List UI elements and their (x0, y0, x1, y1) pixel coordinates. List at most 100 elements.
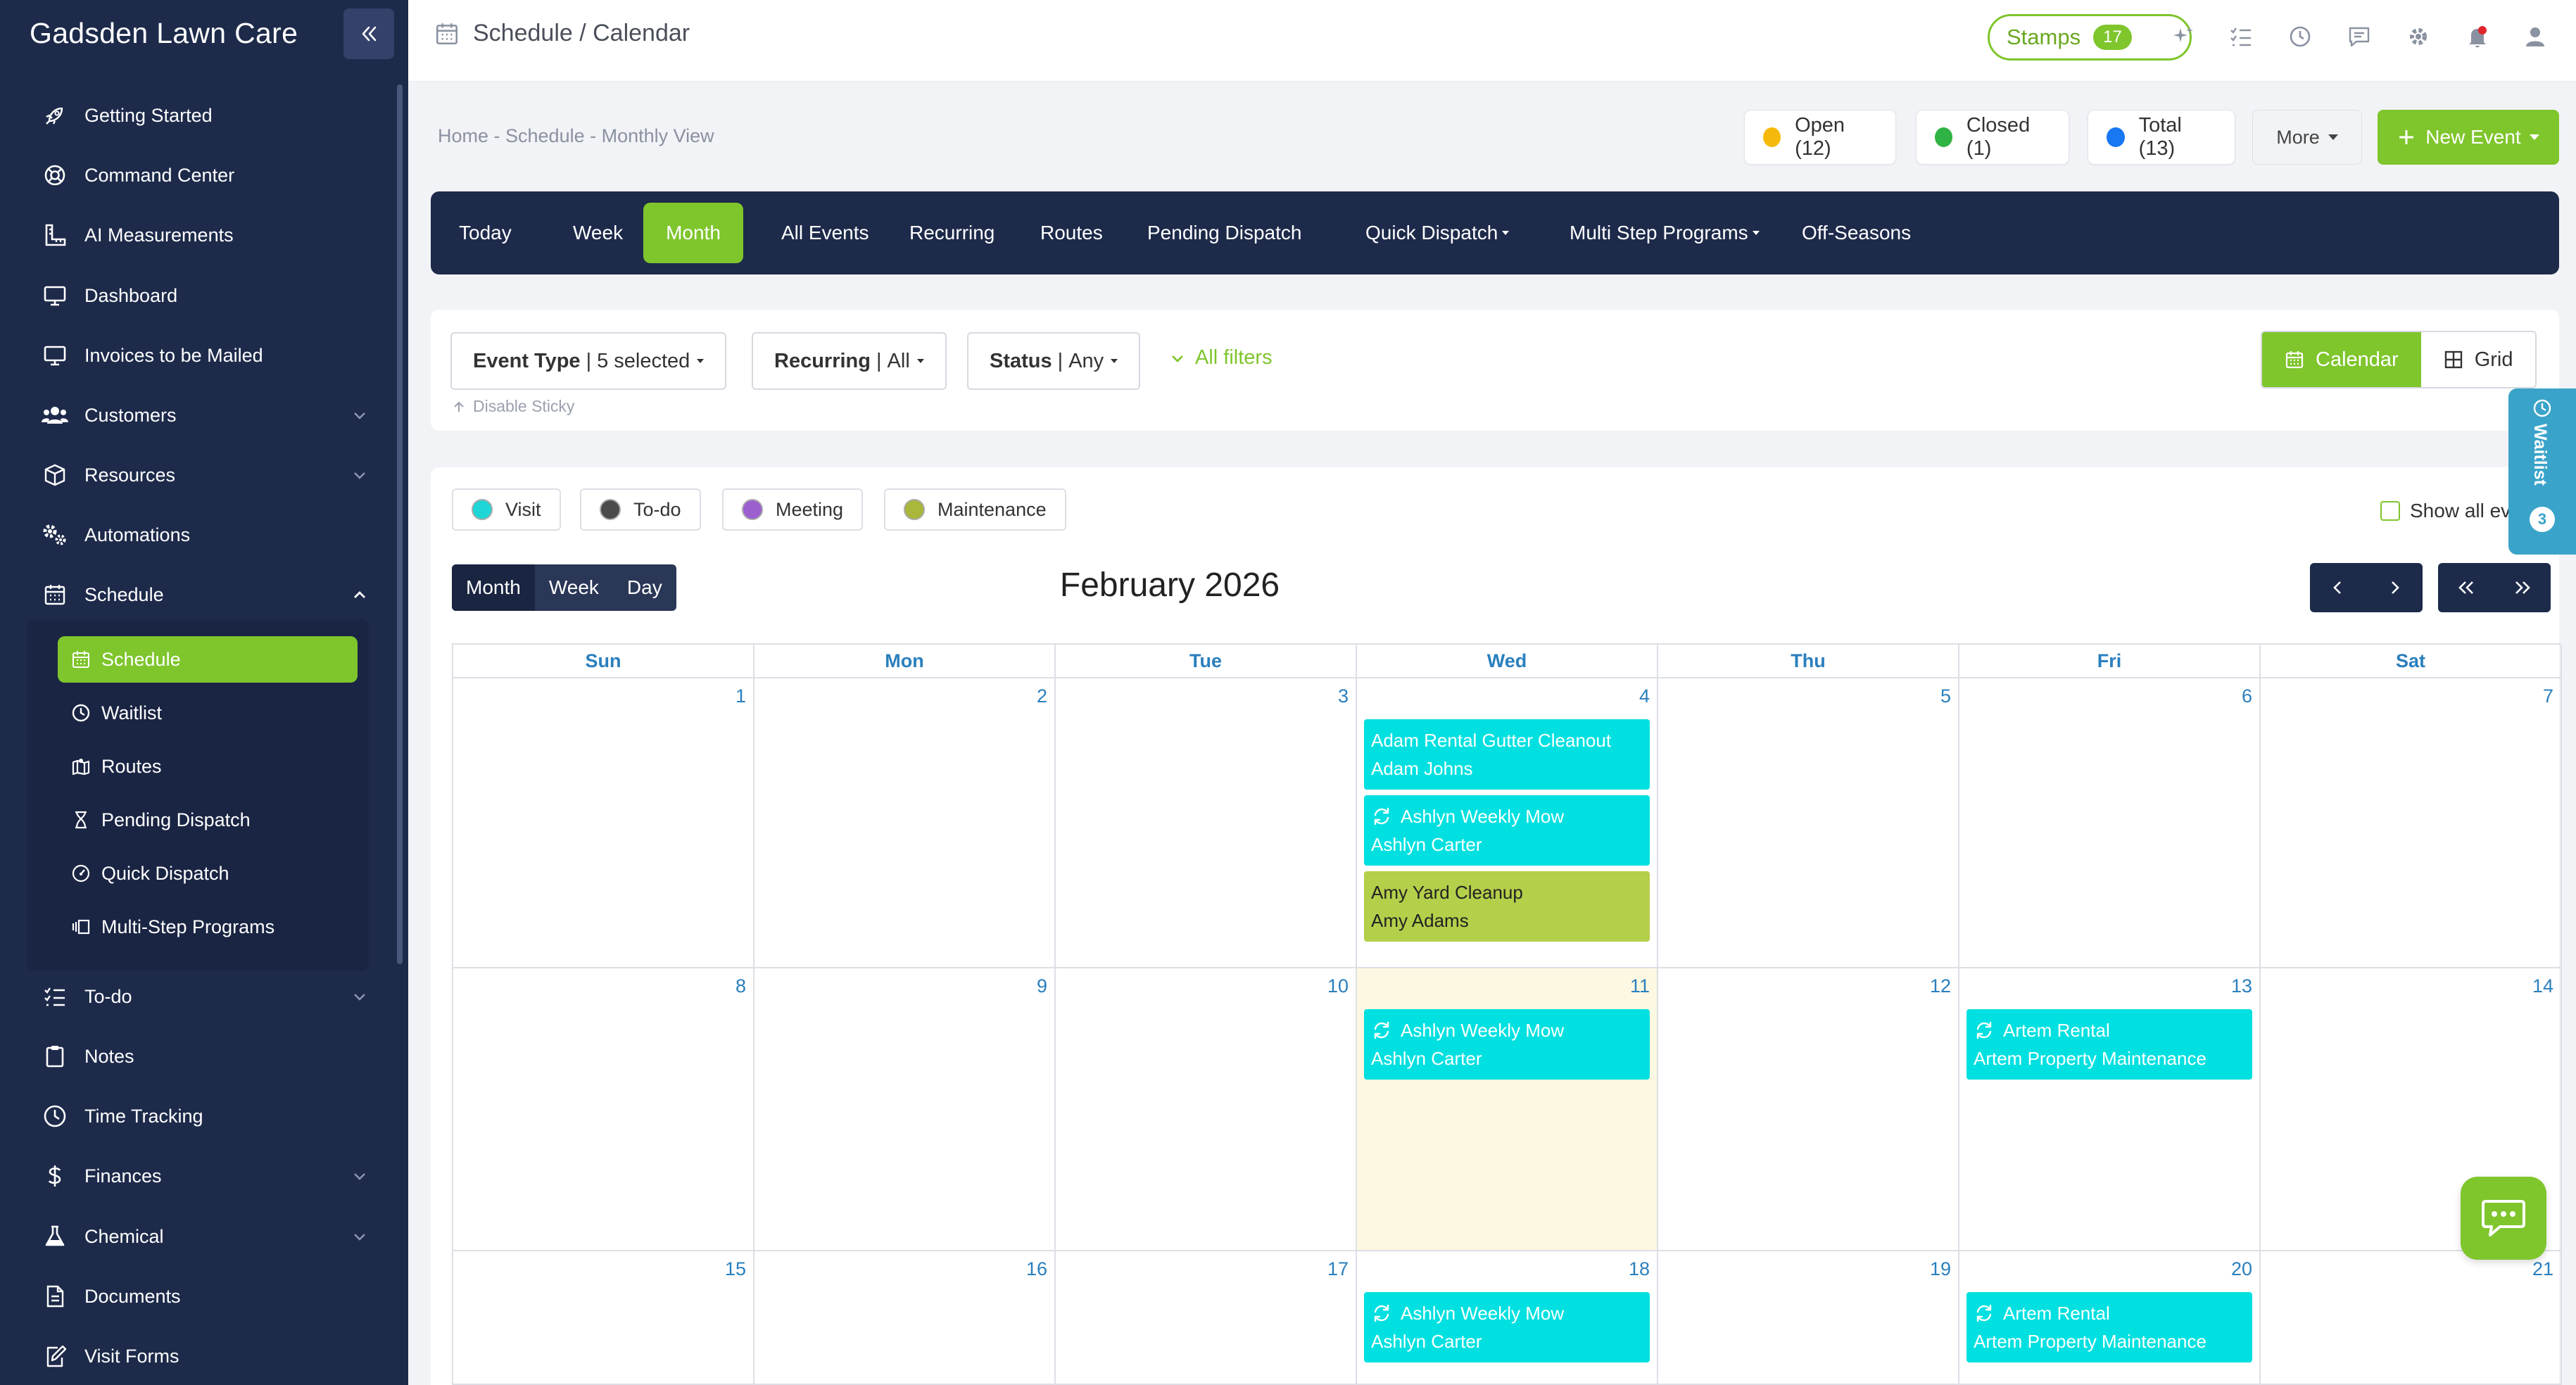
all-filters-toggle[interactable]: All filters (1168, 346, 1273, 369)
history-clock-icon[interactable] (2286, 23, 2314, 51)
calendar-event[interactable]: Amy Yard Cleanup Amy Adams (1364, 871, 1650, 942)
tab-pending-dispatch[interactable]: Pending Dispatch (1128, 203, 1321, 263)
stamps-button[interactable]: Stamps 17 (1988, 14, 2192, 61)
sidebar-subitem-waitlist[interactable]: Waitlist (58, 690, 358, 736)
breadcrumb[interactable]: Home - Schedule - Monthly View (438, 125, 714, 147)
sidebar-item-notes[interactable]: Notes (39, 1035, 370, 1077)
disable-sticky-link[interactable]: Disable Sticky (452, 397, 574, 416)
day-cell[interactable]: 7 (2261, 678, 2562, 968)
sidebar-item-finances[interactable]: Finances (39, 1155, 370, 1197)
legend-visit[interactable]: Visit (452, 488, 561, 531)
sidebar-item-customers[interactable]: Customers (39, 394, 370, 436)
tab-month[interactable]: Month (643, 203, 743, 263)
sidebar-collapse-button[interactable] (343, 8, 394, 59)
day-cell[interactable]: 17 (1056, 1251, 1357, 1385)
calendar-event[interactable]: Ashlyn Weekly Mow Ashlyn Carter (1364, 1009, 1650, 1080)
bell-icon[interactable] (2463, 23, 2492, 51)
tab-off-seasons[interactable]: Off-Seasons (1782, 203, 1931, 263)
day-number[interactable]: 20 (2231, 1258, 2252, 1280)
day-cell[interactable]: 1 (453, 678, 755, 968)
sidebar-item-todo[interactable]: To-do (39, 975, 370, 1018)
status-total-pill[interactable]: Total (13) (2088, 110, 2235, 165)
day-number[interactable]: 6 (2242, 685, 2252, 707)
day-cell[interactable]: 19 (1658, 1251, 1959, 1385)
day-cell[interactable]: 15 (453, 1251, 755, 1385)
day-number[interactable]: 21 (2532, 1258, 2553, 1280)
sidebar-subitem-quick-dispatch[interactable]: Quick Dispatch (58, 850, 358, 897)
day-number[interactable]: 15 (725, 1258, 746, 1280)
day-cell[interactable]: 9 (755, 968, 1056, 1251)
sidebar-subitem-schedule[interactable]: Schedule (58, 636, 358, 683)
task-list-icon[interactable] (2227, 23, 2255, 51)
sidebar-item-invoices-mailed[interactable]: Invoices to be Mailed (39, 334, 370, 377)
legend-meeting[interactable]: Meeting (722, 488, 864, 531)
sidebar-item-ai-measurements[interactable]: AI Measurements (39, 214, 370, 256)
calendar-event[interactable]: Ashlyn Weekly Mow Ashlyn Carter (1364, 1292, 1650, 1362)
tab-routes[interactable]: Routes (1021, 203, 1123, 263)
event-type-filter[interactable]: Event Type | 5 selected (450, 332, 727, 390)
day-number[interactable]: 12 (1930, 975, 1951, 997)
sidebar-item-dashboard[interactable]: Dashboard (39, 274, 370, 317)
user-avatar-icon[interactable] (2521, 23, 2549, 51)
sidebar-item-chemical[interactable]: Chemical (39, 1215, 370, 1258)
sidebar-item-time-tracking[interactable]: Time Tracking (39, 1095, 370, 1137)
day-number[interactable]: 18 (1629, 1258, 1650, 1280)
day-cell[interactable]: 10 (1056, 968, 1357, 1251)
calendar-view-button[interactable]: Calendar (2262, 332, 2421, 387)
recurring-filter[interactable]: Recurring | All (752, 332, 947, 390)
status-open-pill[interactable]: Open (12) (1744, 110, 1896, 165)
prev-year-button[interactable] (2438, 563, 2494, 612)
sparkle-icon[interactable] (2169, 23, 2197, 51)
status-filter[interactable]: Status | Any (967, 332, 1141, 390)
status-closed-pill[interactable]: Closed (1) (1916, 110, 2069, 165)
day-number[interactable]: 5 (1940, 685, 1951, 707)
day-number[interactable]: 2 (1037, 685, 1047, 707)
sidebar-scrollbar[interactable] (397, 84, 403, 964)
waitlist-side-tab[interactable]: Waitlist 3 (2508, 388, 2576, 555)
day-number[interactable]: 19 (1930, 1258, 1951, 1280)
tab-multi-step-programs[interactable]: Multi Step Programs (1550, 203, 1779, 263)
day-cell-today[interactable]: 11 Ashlyn Weekly Mow Ashlyn Carter (1357, 968, 1658, 1251)
day-number[interactable]: 17 (1327, 1258, 1349, 1280)
day-cell[interactable]: 16 (755, 1251, 1056, 1385)
grid-view-button[interactable]: Grid (2420, 332, 2536, 387)
chat-message-icon[interactable] (2345, 23, 2373, 51)
day-cell[interactable]: 3 (1056, 678, 1357, 968)
day-cell[interactable]: 2 (755, 678, 1056, 968)
next-year-button[interactable] (2494, 563, 2551, 612)
day-cell[interactable]: 6 (1959, 678, 2261, 968)
day-number[interactable]: 7 (2543, 685, 2553, 707)
tab-today[interactable]: Today (439, 203, 531, 263)
legend-todo[interactable]: To-do (580, 488, 701, 531)
day-cell[interactable]: 8 (453, 968, 755, 1251)
legend-maintenance[interactable]: Maintenance (884, 488, 1066, 531)
day-number[interactable]: 1 (735, 685, 746, 707)
day-cell[interactable]: 4 Adam Rental Gutter Cleanout Adam Johns As… (1357, 678, 1658, 968)
sidebar-item-command-center[interactable]: Command Center (39, 154, 370, 196)
calendar-event[interactable]: Artem Rental Artem Property Maintenance (1966, 1292, 2252, 1362)
sidebar-subitem-multi-step-programs[interactable]: Multi-Step Programs (58, 904, 358, 950)
day-number[interactable]: 8 (735, 975, 746, 997)
day-cell[interactable]: 18 Ashlyn Weekly Mow Ashlyn Carter (1357, 1251, 1658, 1385)
day-number[interactable]: 9 (1037, 975, 1047, 997)
calendar-event[interactable]: Adam Rental Gutter Cleanout Adam Johns (1364, 719, 1650, 790)
next-month-button[interactable] (2366, 563, 2423, 612)
tab-all-events[interactable]: All Events (762, 203, 889, 263)
day-number[interactable]: 3 (1338, 685, 1349, 707)
tab-week[interactable]: Week (553, 203, 643, 263)
support-chat-button[interactable] (2461, 1177, 2546, 1260)
tab-recurring[interactable]: Recurring (890, 203, 1014, 263)
new-event-button[interactable]: New Event (2378, 110, 2559, 165)
prev-month-button[interactable] (2310, 563, 2366, 612)
day-cell[interactable]: 12 (1658, 968, 1959, 1251)
sidebar-item-automations[interactable]: Automations (39, 514, 370, 556)
day-number[interactable]: 14 (2532, 975, 2553, 997)
sidebar-subitem-pending-dispatch[interactable]: Pending Dispatch (58, 797, 358, 843)
day-cell[interactable]: 21 (2261, 1251, 2562, 1385)
more-dropdown-button[interactable]: More (2252, 110, 2362, 165)
sidebar-subitem-routes[interactable]: Routes (58, 743, 358, 790)
sidebar-item-getting-started[interactable]: Getting Started (39, 94, 370, 137)
day-number[interactable]: 16 (1026, 1258, 1047, 1280)
sidebar-item-resources[interactable]: Resources (39, 454, 370, 496)
gear-icon[interactable] (2404, 23, 2432, 51)
